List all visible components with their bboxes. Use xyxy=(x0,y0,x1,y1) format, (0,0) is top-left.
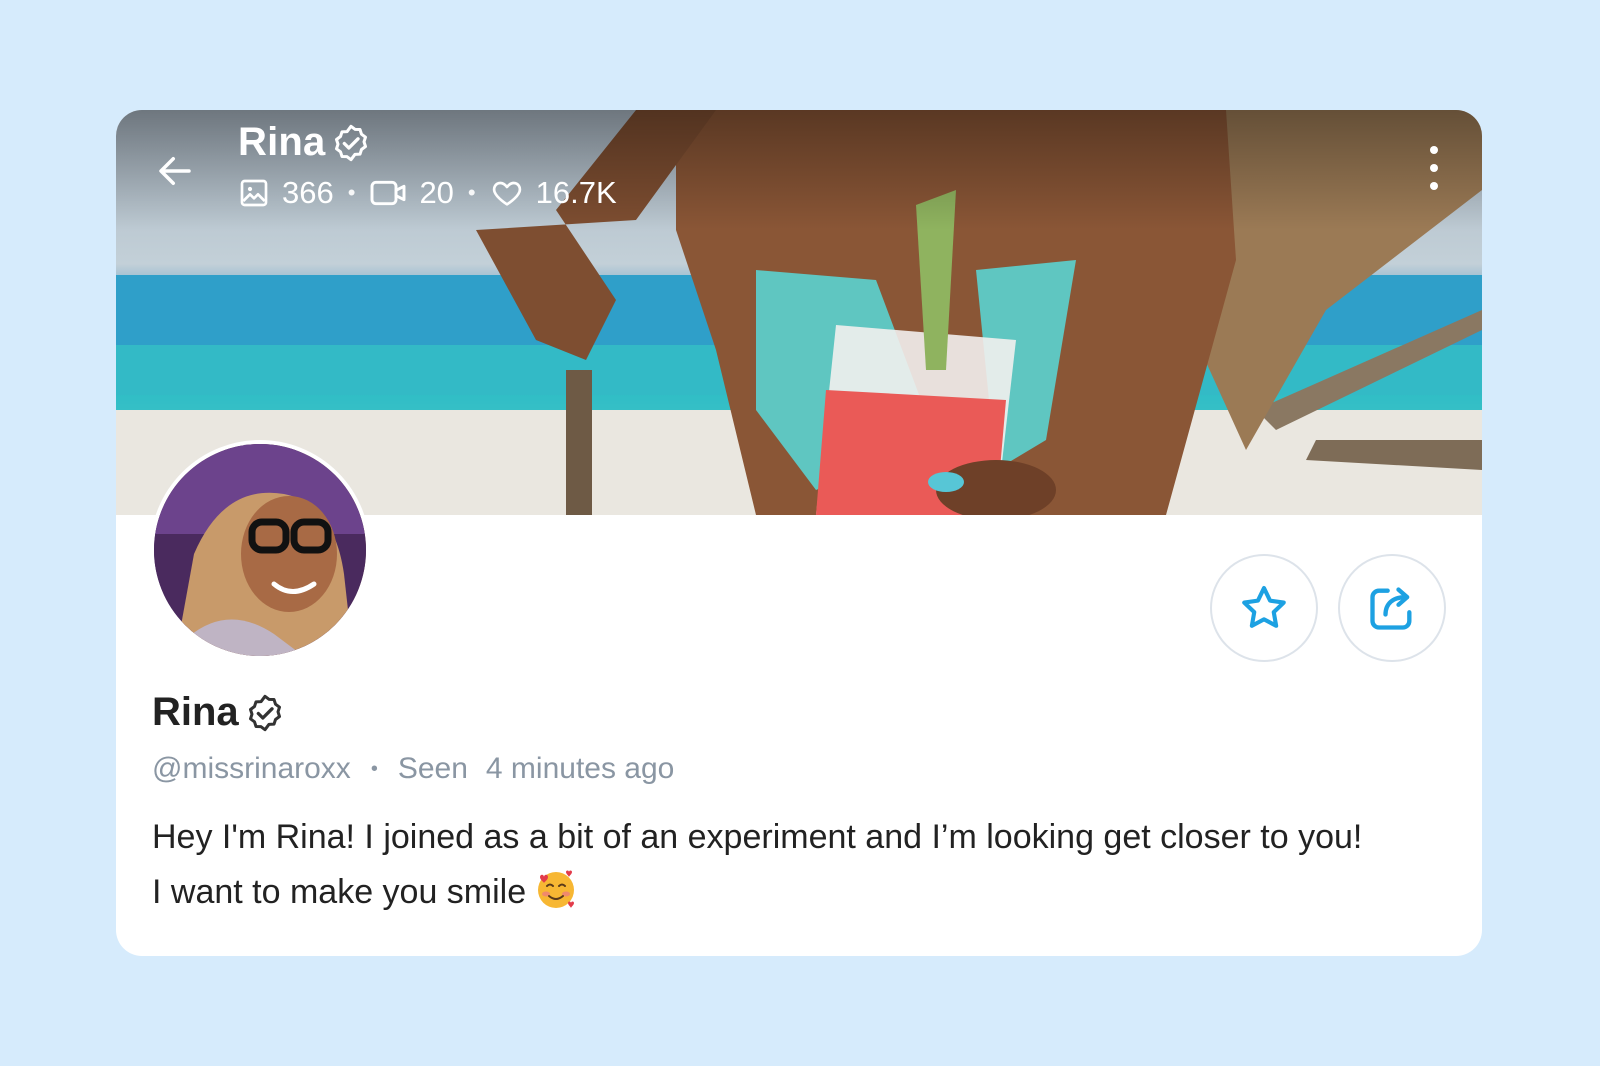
stat-separator: • xyxy=(347,180,356,205)
share-icon xyxy=(1370,587,1412,630)
more-vertical-icon xyxy=(1430,182,1438,190)
favorite-button[interactable] xyxy=(1210,554,1318,662)
profile-bio: Hey I'm Rina! I joined as a bit of an ex… xyxy=(152,810,1452,920)
avatar[interactable] xyxy=(150,440,370,660)
verified-badge-icon xyxy=(335,124,368,161)
seen-label: Seen xyxy=(397,752,468,785)
stat-separator: • xyxy=(467,180,476,205)
photos-count: 366 xyxy=(282,175,334,210)
header-name: Rina xyxy=(238,120,326,164)
likes-count: 16.7K xyxy=(535,175,617,210)
photos-stat: 366 xyxy=(238,175,334,211)
videos-stat: 20 xyxy=(369,175,454,211)
star-icon xyxy=(1242,586,1286,628)
more-vertical-icon xyxy=(1430,146,1438,154)
header-info: Rina 366 • 20 • 16.7K xyxy=(238,120,617,211)
smiling-face-with-hearts-emoji xyxy=(538,870,575,908)
profile-name: Rina xyxy=(152,690,239,734)
bio-line: I want to make you smile xyxy=(152,873,527,911)
back-button[interactable] xyxy=(150,146,200,196)
profile-name-row: Rina xyxy=(152,690,285,735)
cover-image: Rina 366 • 20 • 16.7K xyxy=(116,110,1482,515)
video-camera-icon xyxy=(370,180,406,206)
heart-icon xyxy=(492,181,521,206)
bio-line: Hey I'm Rina! I joined as a bit of an ex… xyxy=(152,818,1363,856)
share-button[interactable] xyxy=(1338,554,1446,662)
more-vertical-icon xyxy=(1430,164,1438,172)
arrow-left-icon xyxy=(159,157,191,185)
videos-count: 20 xyxy=(419,175,454,210)
meta-separator: • xyxy=(370,757,378,780)
profile-card: Rina 366 • 20 • 16.7K Rina @missrinaroxx… xyxy=(116,110,1482,956)
avatar-photo xyxy=(154,444,366,656)
seen-time: 4 minutes ago xyxy=(485,752,675,785)
more-options-button[interactable] xyxy=(1422,146,1446,190)
bio-line-2: I want to make you smile xyxy=(152,865,1452,920)
image-icon xyxy=(240,179,268,207)
verified-badge-icon xyxy=(248,694,281,731)
header-stats: 366 • 20 • 16.7K xyxy=(238,175,617,211)
profile-meta: @missrinaroxx • Seen 4 minutes ago xyxy=(152,752,674,786)
likes-stat: 16.7K xyxy=(490,175,617,211)
profile-handle: @missrinaroxx xyxy=(152,752,351,785)
